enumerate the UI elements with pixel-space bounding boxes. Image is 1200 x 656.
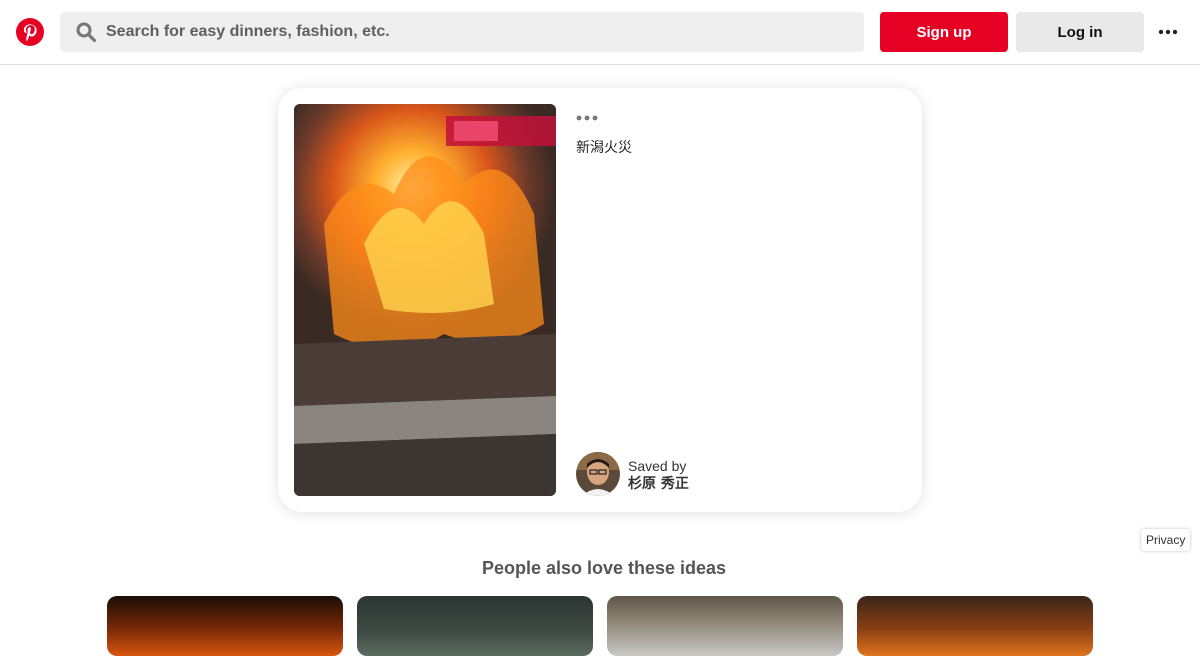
- related-pin-thumbnail[interactable]: [857, 596, 1093, 656]
- privacy-link[interactable]: Privacy: [1141, 529, 1191, 551]
- avatar[interactable]: [576, 452, 620, 496]
- top-nav-bar: Sign up Log in: [0, 0, 1200, 65]
- related-pin-thumbnail[interactable]: [607, 596, 843, 656]
- pin-title: 新潟火災: [576, 140, 632, 156]
- pin-image[interactable]: [294, 104, 556, 496]
- related-ideas-heading: People also love these ideas: [481, 558, 727, 578]
- pin-card: 新潟火災 Saved by 杉原 秀正: [278, 88, 922, 512]
- fire-photo: [294, 104, 556, 496]
- signup-button[interactable]: Sign up: [880, 12, 1008, 52]
- search-icon: [76, 22, 96, 42]
- user-avatar-image: [576, 452, 620, 496]
- related-pin-thumbnail[interactable]: [107, 596, 343, 656]
- more-horizontal-icon[interactable]: [576, 112, 600, 124]
- search-input[interactable]: [106, 12, 846, 52]
- related-pin-thumbnail[interactable]: [357, 596, 593, 656]
- more-horizontal-icon[interactable]: [1158, 24, 1178, 40]
- saved-by-label: Saved by: [628, 458, 687, 474]
- login-button[interactable]: Log in: [1016, 12, 1144, 52]
- pinterest-logo-icon[interactable]: [16, 18, 44, 46]
- search-bar: [60, 12, 864, 52]
- saver-name-link[interactable]: 杉原 秀正: [628, 473, 689, 493]
